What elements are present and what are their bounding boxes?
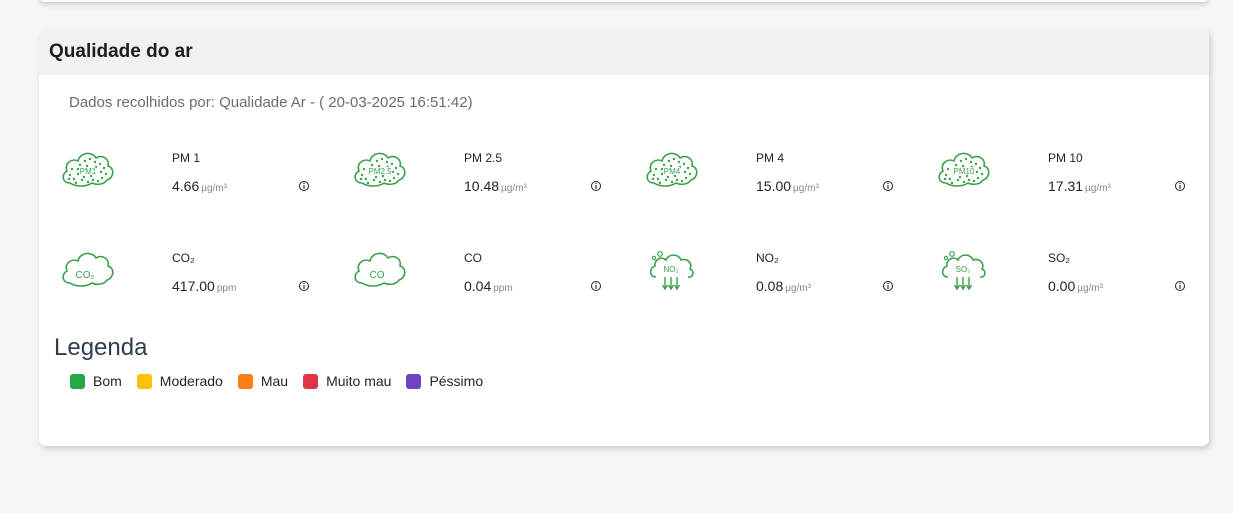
sensor-unit: µg/m³: [1077, 283, 1104, 294]
sensor-value: 0.08 µg/m³: [756, 278, 811, 294]
gas-arrows-icon: NO₂: [649, 251, 694, 291]
sensor-name: CO: [464, 251, 482, 265]
legend-swatch: [136, 373, 152, 389]
svg-text:CO₂: CO₂: [76, 270, 95, 281]
sensor-name: SO₂: [1048, 251, 1070, 265]
sensor-value-number: 0.00: [1048, 278, 1076, 294]
legend-item: Muito mau: [303, 373, 391, 389]
sensor-name: PM 1: [172, 151, 201, 165]
sensor-pm-10: PM10 PM 10 17.31 µg/m³: [936, 147, 1209, 217]
collected-by-text: Dados recolhidos por: Qualidade Ar - ( 2…: [69, 94, 473, 111]
pm-cloud-icon: PM4: [646, 152, 698, 187]
sensor-name: CO₂: [172, 251, 195, 265]
sensor-value: 417.00 ppm: [172, 278, 236, 294]
info-icon[interactable]: [298, 280, 310, 292]
legend-item: Moderado: [136, 373, 223, 389]
svg-text:PM1: PM1: [80, 167, 97, 176]
info-icon[interactable]: [298, 180, 310, 192]
sensor-value: 15.00 µg/m³: [756, 178, 819, 194]
card-title: Qualidade do ar: [49, 41, 193, 62]
sensor-value: 10.48 µg/m³: [464, 178, 527, 194]
sensor-unit: µg/m³: [793, 183, 819, 194]
sensor-unit: µg/m³: [1085, 183, 1111, 194]
sensor-name: PM 2.5: [464, 151, 503, 165]
air-quality-card: Qualidade do ar Dados recolhidos por: Qu…: [39, 29, 1209, 446]
sensor-value: 4.66 µg/m³: [172, 178, 227, 194]
svg-text:PM4: PM4: [664, 167, 681, 176]
sensor-unit: µg/m³: [501, 183, 527, 194]
gas-cloud-icon: CO₂: [62, 252, 114, 287]
previous-card-edge: [39, 0, 1209, 2]
sensor-value-number: 15.00: [756, 178, 792, 194]
sensor-value-number: 0.08: [756, 278, 784, 294]
pm-cloud-icon: PM1: [62, 152, 114, 187]
legend-swatch: [70, 373, 85, 389]
sensor-name: PM 4: [756, 151, 785, 165]
legend-swatch: [237, 373, 253, 389]
legend-label: Mau: [260, 373, 289, 389]
info-icon[interactable]: [1174, 180, 1186, 192]
sensor-unit: µg/m³: [201, 183, 228, 194]
legend-title: Legenda: [54, 334, 148, 361]
svg-text:PM10: PM10: [954, 167, 975, 176]
sensor-name: NO₂: [756, 251, 779, 265]
sensor-value-number: 417.00: [172, 278, 215, 294]
gas-arrows-icon: SO₂: [941, 251, 986, 291]
sensor-unit: ppm: [493, 283, 513, 294]
legend: Bom Moderado Mau Muito mau Péssimo: [70, 373, 498, 389]
sensor-pm-4: PM4 PM 4 15.00 µg/m³: [644, 147, 934, 217]
legend-swatch: [303, 373, 319, 389]
sensor-co: CO₂ CO₂ 417.00 ppm: [60, 247, 350, 317]
legend-label: Péssimo: [429, 373, 484, 389]
sensor-value: 0.00 µg/m³: [1048, 278, 1103, 294]
sensor-unit: µg/m³: [785, 283, 812, 294]
sensor-value-number: 17.31: [1048, 178, 1084, 194]
legend-swatch: [406, 373, 422, 389]
legend-label: Moderado: [159, 373, 223, 389]
legend-item: Mau: [237, 373, 289, 389]
pm-cloud-icon: PM10: [938, 152, 990, 187]
sensor-value: 0.04 ppm: [464, 278, 513, 294]
card-header: Qualidade do ar: [39, 29, 1209, 75]
sensor-unit: ppm: [216, 283, 237, 294]
sensor-value: 17.31 µg/m³: [1048, 178, 1111, 194]
legend-label: Bom: [93, 373, 122, 389]
info-icon[interactable]: [590, 280, 602, 292]
svg-text:PM2.5: PM2.5: [368, 167, 392, 176]
sensor-so: SO₂ SO₂ 0.00 µg/m³: [936, 247, 1209, 317]
svg-text:CO: CO: [370, 270, 385, 281]
legend-item: Bom: [70, 373, 122, 389]
info-icon[interactable]: [882, 180, 894, 192]
sensor-pm-1: PM1 PM 1 4.66 µg/m³: [60, 147, 350, 217]
svg-text:NO₂: NO₂: [663, 265, 678, 274]
sensor-value-number: 4.66: [172, 178, 200, 194]
legend-item: Péssimo: [406, 373, 483, 389]
sensor-co: CO CO 0.04 ppm: [352, 247, 642, 317]
info-icon[interactable]: [590, 180, 602, 192]
info-icon[interactable]: [882, 280, 894, 292]
sensor-value-number: 10.48: [464, 178, 500, 194]
gas-cloud-icon: CO: [354, 252, 406, 287]
sensor-name: PM 10: [1048, 151, 1083, 165]
sensor-pm-2-5: PM2.5 PM 2.5 10.48 µg/m³: [352, 147, 642, 217]
sensor-value-number: 0.04: [464, 278, 492, 294]
svg-text:SO₂: SO₂: [956, 265, 971, 274]
legend-label: Muito mau: [326, 373, 392, 389]
pm-cloud-icon: PM2.5: [354, 152, 406, 187]
sensor-no: NO₂ NO₂ 0.08 µg/m³: [644, 247, 934, 317]
info-icon[interactable]: [1174, 280, 1186, 292]
